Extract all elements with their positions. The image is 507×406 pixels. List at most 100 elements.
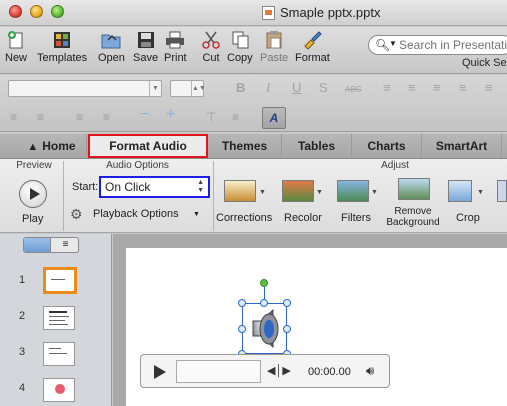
thumbnail-text-line	[49, 348, 61, 349]
skip-back-forward-icon[interactable]: ◀│▶	[267, 364, 291, 377]
cut-button[interactable]: Cut	[200, 30, 222, 64]
clipboard-icon	[266, 31, 282, 49]
paste-button[interactable]: Paste	[260, 30, 288, 64]
line-spacing-icon[interactable]: ≡	[232, 110, 239, 124]
slide-thumbnail-2[interactable]	[43, 306, 75, 330]
window-title: Smaple pptx.pptx	[280, 5, 381, 20]
text-effects-button[interactable]: A	[262, 107, 286, 129]
search-input[interactable]	[399, 38, 507, 52]
thumbnail-text-line	[51, 279, 65, 280]
new-label: New	[5, 52, 28, 64]
crop-label: Crop	[456, 212, 480, 224]
scissors-icon	[202, 31, 220, 49]
open-folder-icon	[101, 34, 121, 49]
align-right-icon[interactable]: ≡	[433, 80, 441, 95]
resize-handle-top-left[interactable]	[238, 299, 246, 307]
slides-view-icon[interactable]	[24, 238, 51, 252]
tab-home[interactable]: ▲ Home	[17, 134, 87, 158]
strikethrough-button[interactable]: ABC	[345, 85, 361, 94]
play-icon[interactable]	[154, 365, 166, 379]
new-document-icon	[8, 31, 23, 49]
minimize-window-button[interactable]	[30, 5, 43, 18]
preview-group-header: Preview	[16, 160, 52, 171]
slide-thumbnail-4[interactable]	[43, 378, 75, 402]
playback-options-dropdown-icon: ▼	[193, 211, 200, 218]
filters-dropdown-icon: ▼	[371, 189, 378, 196]
copy-button[interactable]: Copy	[227, 30, 253, 64]
open-button[interactable]: Open	[98, 30, 125, 64]
save-label: Save	[133, 52, 159, 64]
align-left-icon[interactable]: ≡	[383, 80, 391, 95]
print-button[interactable]: Print	[164, 30, 187, 64]
audio-progress-track[interactable]	[176, 360, 261, 383]
tab-themes-label: Themes	[221, 139, 268, 153]
rotation-handle[interactable]	[260, 279, 268, 287]
save-button[interactable]: Save	[133, 30, 158, 64]
copy-icon	[232, 31, 249, 49]
home-icon: ▲	[27, 141, 39, 153]
play-preview-button[interactable]	[19, 180, 47, 208]
audio-time: 00:00.00	[308, 366, 351, 378]
tab-tables-label: Tables	[297, 139, 336, 153]
columns-icon[interactable]: ≡	[485, 80, 493, 95]
grow-icon[interactable]: +	[166, 106, 175, 124]
slide-number-3: 3	[19, 346, 26, 358]
more-adjust-icon[interactable]	[497, 180, 507, 202]
view-toggle[interactable]: ≡	[23, 237, 79, 253]
tab-charts[interactable]: Charts	[352, 134, 422, 158]
recolor-icon[interactable]	[282, 180, 314, 202]
bold-button[interactable]: B	[236, 80, 245, 95]
printer-icon	[166, 31, 185, 49]
search-icon: 🔍︎	[375, 38, 391, 52]
templates-button[interactable]: Templates	[37, 30, 87, 64]
thumbnail-text-line	[49, 324, 68, 325]
remove-background-icon[interactable]	[398, 178, 430, 200]
resize-handle-left[interactable]	[238, 325, 246, 333]
audio-object-selection[interactable]	[242, 303, 287, 354]
format-painter-button[interactable]: Format	[295, 30, 330, 64]
tab-smartart[interactable]: SmartArt	[422, 134, 502, 158]
resize-handle-top-right[interactable]	[283, 299, 291, 307]
tab-home-label: Home	[42, 139, 76, 153]
paintbrush-icon	[304, 31, 323, 50]
playback-options-button[interactable]: Playback Options	[93, 208, 179, 220]
speaker-icon	[252, 308, 279, 349]
tab-tables[interactable]: Tables	[282, 134, 352, 158]
shrink-icon[interactable]: −	[140, 106, 149, 124]
start-select-value: On Click	[105, 180, 151, 194]
crop-icon[interactable]	[448, 180, 472, 202]
underline-button[interactable]: U	[292, 80, 301, 95]
search-field[interactable]: 🔍︎ ▼	[368, 35, 507, 55]
font-name-combo[interactable]: ▼	[8, 80, 162, 97]
justify-icon[interactable]: ≡	[459, 80, 467, 95]
outline-view-icon[interactable]: ≡	[52, 238, 79, 252]
resize-handle-right[interactable]	[283, 325, 291, 333]
slide-thumbnail-1[interactable]	[43, 267, 77, 294]
tab-themes[interactable]: Themes	[208, 134, 282, 158]
resize-handle-top[interactable]	[260, 299, 268, 307]
numbering-icon[interactable]: ≡	[37, 110, 44, 124]
filters-icon[interactable]	[337, 180, 369, 202]
italic-button[interactable]: I	[266, 80, 270, 96]
font-size-combo[interactable]: ▲▼	[170, 80, 206, 97]
close-window-button[interactable]	[9, 5, 22, 18]
shadow-button[interactable]: S	[319, 80, 328, 95]
gear-icon: ⚙	[70, 206, 83, 222]
corrections-icon[interactable]	[224, 180, 256, 202]
increase-indent-icon[interactable]: ≡	[103, 110, 110, 124]
decrease-indent-icon[interactable]: ≡	[76, 110, 83, 124]
start-select[interactable]: On Click ▲ ▼	[99, 176, 210, 198]
app-window: Smaple pptx.pptx New Templates Open Save…	[0, 0, 507, 406]
templates-label: Templates	[37, 52, 88, 64]
slide-number-4: 4	[19, 382, 26, 394]
tab-format-audio[interactable]: Format Audio	[88, 134, 208, 158]
bullets-icon[interactable]: ≡	[10, 110, 17, 124]
zoom-window-button[interactable]	[51, 5, 64, 18]
slide-thumbnail-3[interactable]	[43, 342, 75, 366]
templates-icon	[54, 32, 71, 48]
text-direction-icon[interactable]: ⊤	[206, 110, 216, 124]
volume-icon[interactable]: 🔊︎	[366, 363, 374, 379]
new-button[interactable]: New	[5, 30, 27, 64]
align-center-icon[interactable]: ≡	[408, 80, 416, 95]
crop-dropdown-icon: ▼	[477, 189, 484, 196]
